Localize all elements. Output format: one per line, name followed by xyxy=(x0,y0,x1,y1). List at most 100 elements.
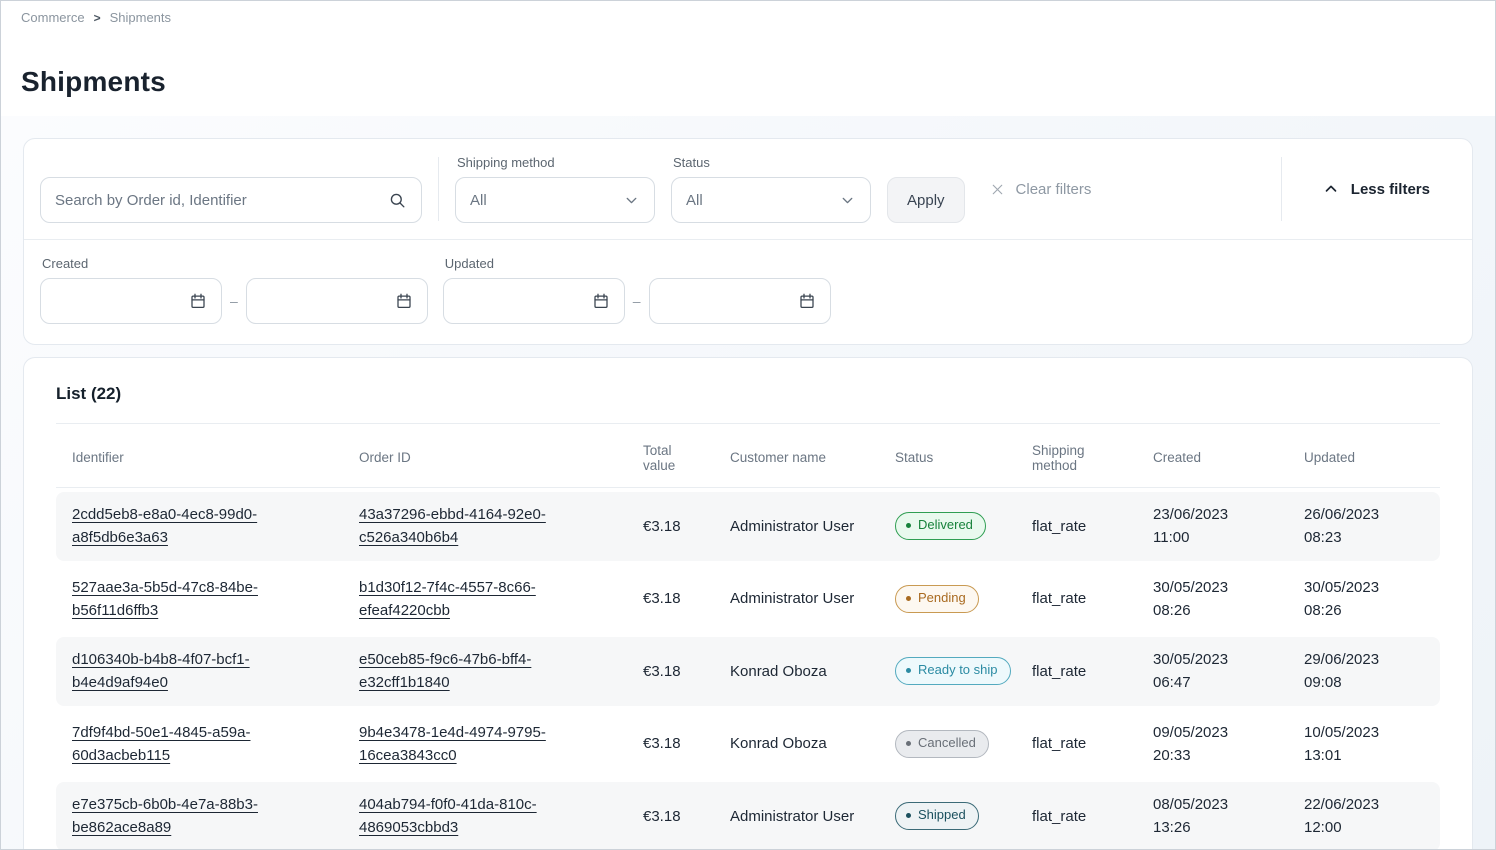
identifier-cell: d106340b-b4b8-4f07-bcf1-b4e4d9af94e0 xyxy=(56,637,343,706)
updated-time: 12:00 xyxy=(1304,816,1426,839)
customer-name-cell: Administrator User xyxy=(714,565,879,634)
created-to-field[interactable] xyxy=(261,293,381,310)
identifier-link[interactable]: 527aae3a-5b5d-47c8-84be-b56f11d6ffb3 xyxy=(72,579,258,619)
updated-to-input[interactable] xyxy=(649,278,831,324)
updated-time: 09:08 xyxy=(1304,671,1426,694)
shipping-method-select[interactable]: All xyxy=(455,177,655,223)
shipping-method-filter: Shipping method All xyxy=(455,155,655,223)
created-time: 08:26 xyxy=(1153,599,1274,622)
status-value: All xyxy=(686,192,703,209)
created-date: 23/06/2023 xyxy=(1153,503,1274,526)
status-badge-label: Pending xyxy=(918,590,966,607)
status-cell: Pending xyxy=(879,565,1016,634)
date-range-separator: – xyxy=(633,293,641,309)
updated-filter-label: Updated xyxy=(445,256,831,271)
chevron-down-icon xyxy=(839,192,856,209)
total-value-cell: €3.18 xyxy=(627,710,714,779)
created-date: 09/05/2023 xyxy=(1153,721,1274,744)
filters-row-main: Shipping method All Status All xyxy=(24,139,1472,239)
status-dot-icon xyxy=(906,596,911,601)
order-id-link[interactable]: 43a37296-ebbd-4164-92e0-c526a340b6b4 xyxy=(359,506,546,546)
identifier-link[interactable]: e7e375cb-6b0b-4e7a-88b3-be862ace8a89 xyxy=(72,796,258,836)
filters-row-dates: Created – xyxy=(24,240,1472,344)
updated-date: 30/05/2023 xyxy=(1304,576,1426,599)
search-icon xyxy=(388,191,407,210)
created-from-field[interactable] xyxy=(55,293,175,310)
created-cell: 30/05/2023 06:47 xyxy=(1137,637,1288,706)
status-dot-icon xyxy=(906,523,911,528)
col-shipping-method[interactable]: Shipping method xyxy=(1016,428,1137,488)
col-created[interactable]: Created xyxy=(1137,428,1288,488)
created-time: 06:47 xyxy=(1153,671,1274,694)
order-id-link[interactable]: 9b4e3478-1e4d-4974-9795-16cea3843cc0 xyxy=(359,724,546,764)
created-filter-label: Created xyxy=(42,256,428,271)
created-date-filter: Created – xyxy=(40,256,428,324)
identifier-link[interactable]: 2cdd5eb8-e8a0-4ec8-99d0-a8f5db6e3a63 xyxy=(72,506,257,546)
col-order-id[interactable]: Order ID xyxy=(343,428,627,488)
created-time: 13:26 xyxy=(1153,816,1274,839)
created-from-input[interactable] xyxy=(40,278,222,324)
table-row: e7e375cb-6b0b-4e7a-88b3-be862ace8a89 404… xyxy=(56,782,1440,849)
app-window: Commerce > Shipments Shipments S xyxy=(0,0,1496,850)
col-customer-name[interactable]: Customer name xyxy=(714,428,879,488)
col-total-value[interactable]: Total value xyxy=(627,428,714,488)
status-badge-label: Cancelled xyxy=(918,735,976,752)
total-value-cell: €3.18 xyxy=(627,492,714,561)
breadcrumb-shipments[interactable]: Shipments xyxy=(110,10,171,25)
created-to-input[interactable] xyxy=(246,278,428,324)
chevron-down-icon xyxy=(623,192,640,209)
chevron-up-icon xyxy=(1322,180,1340,198)
order-id-link[interactable]: e50ceb85-f9c6-47b6-bff4-e32cff1b1840 xyxy=(359,651,531,691)
apply-button[interactable]: Apply xyxy=(887,177,965,223)
updated-date: 10/05/2023 xyxy=(1304,721,1426,744)
table-row: 527aae3a-5b5d-47c8-84be-b56f11d6ffb3 b1d… xyxy=(56,565,1440,634)
calendar-icon xyxy=(798,292,816,310)
order-id-cell: 43a37296-ebbd-4164-92e0-c526a340b6b4 xyxy=(343,492,627,561)
col-identifier[interactable]: Identifier xyxy=(56,428,343,488)
shipping-method-cell: flat_rate xyxy=(1016,565,1137,634)
clear-filters-label: Clear filters xyxy=(1016,181,1092,198)
created-cell: 30/05/2023 08:26 xyxy=(1137,565,1288,634)
page-title: Shipments xyxy=(21,66,1495,98)
status-badge: Shipped xyxy=(895,802,979,830)
search-input-wrapper xyxy=(40,177,422,223)
customer-name-cell: Administrator User xyxy=(714,492,879,561)
identifier-link[interactable]: 7df9f4bd-50e1-4845-a59a-60d3acbeb115 xyxy=(72,724,250,764)
updated-cell: 30/05/2023 08:26 xyxy=(1288,565,1440,634)
updated-time: 08:26 xyxy=(1304,599,1426,622)
order-id-link[interactable]: b1d30f12-7f4c-4557-8c66-efeaf4220cbb xyxy=(359,579,536,619)
updated-from-field[interactable] xyxy=(458,293,578,310)
status-badge-label: Delivered xyxy=(918,517,973,534)
updated-cell: 10/05/2023 13:01 xyxy=(1288,710,1440,779)
created-cell: 08/05/2023 13:26 xyxy=(1137,782,1288,849)
table-header-row: Identifier Order ID Total value Customer… xyxy=(56,428,1440,488)
search-input[interactable] xyxy=(55,192,355,209)
identifier-link[interactable]: d106340b-b4b8-4f07-bcf1-b4e4d9af94e0 xyxy=(72,651,250,691)
calendar-icon xyxy=(592,292,610,310)
less-filters-toggle[interactable]: Less filters xyxy=(1322,166,1430,212)
status-filter: Status All xyxy=(671,155,871,223)
status-badge-label: Ready to ship xyxy=(918,662,998,679)
clear-filters-button[interactable]: Clear filters xyxy=(989,166,1092,212)
close-icon xyxy=(989,181,1006,198)
status-label: Status xyxy=(673,155,871,170)
customer-name-cell: Konrad Oboza xyxy=(714,710,879,779)
filters-panel: Shipping method All Status All xyxy=(23,138,1473,345)
updated-to-field[interactable] xyxy=(664,293,784,310)
order-id-link[interactable]: 404ab794-f0f0-41da-810c-4869053cbbd3 xyxy=(359,796,537,836)
shipping-method-value: All xyxy=(470,192,487,209)
updated-cell: 22/06/2023 12:00 xyxy=(1288,782,1440,849)
filter-divider xyxy=(438,157,439,221)
status-select[interactable]: All xyxy=(671,177,871,223)
col-status[interactable]: Status xyxy=(879,428,1016,488)
date-range-separator: – xyxy=(230,293,238,309)
created-date: 08/05/2023 xyxy=(1153,793,1274,816)
created-cell: 23/06/2023 11:00 xyxy=(1137,492,1288,561)
list-panel: List (22) Identifier Order ID Total valu… xyxy=(23,357,1473,849)
status-badge: Delivered xyxy=(895,512,986,540)
col-updated[interactable]: Updated xyxy=(1288,428,1440,488)
page-content: Shipping method All Status All xyxy=(1,116,1495,849)
breadcrumb-commerce[interactable]: Commerce xyxy=(21,10,85,25)
updated-from-input[interactable] xyxy=(443,278,625,324)
status-dot-icon xyxy=(906,668,911,673)
